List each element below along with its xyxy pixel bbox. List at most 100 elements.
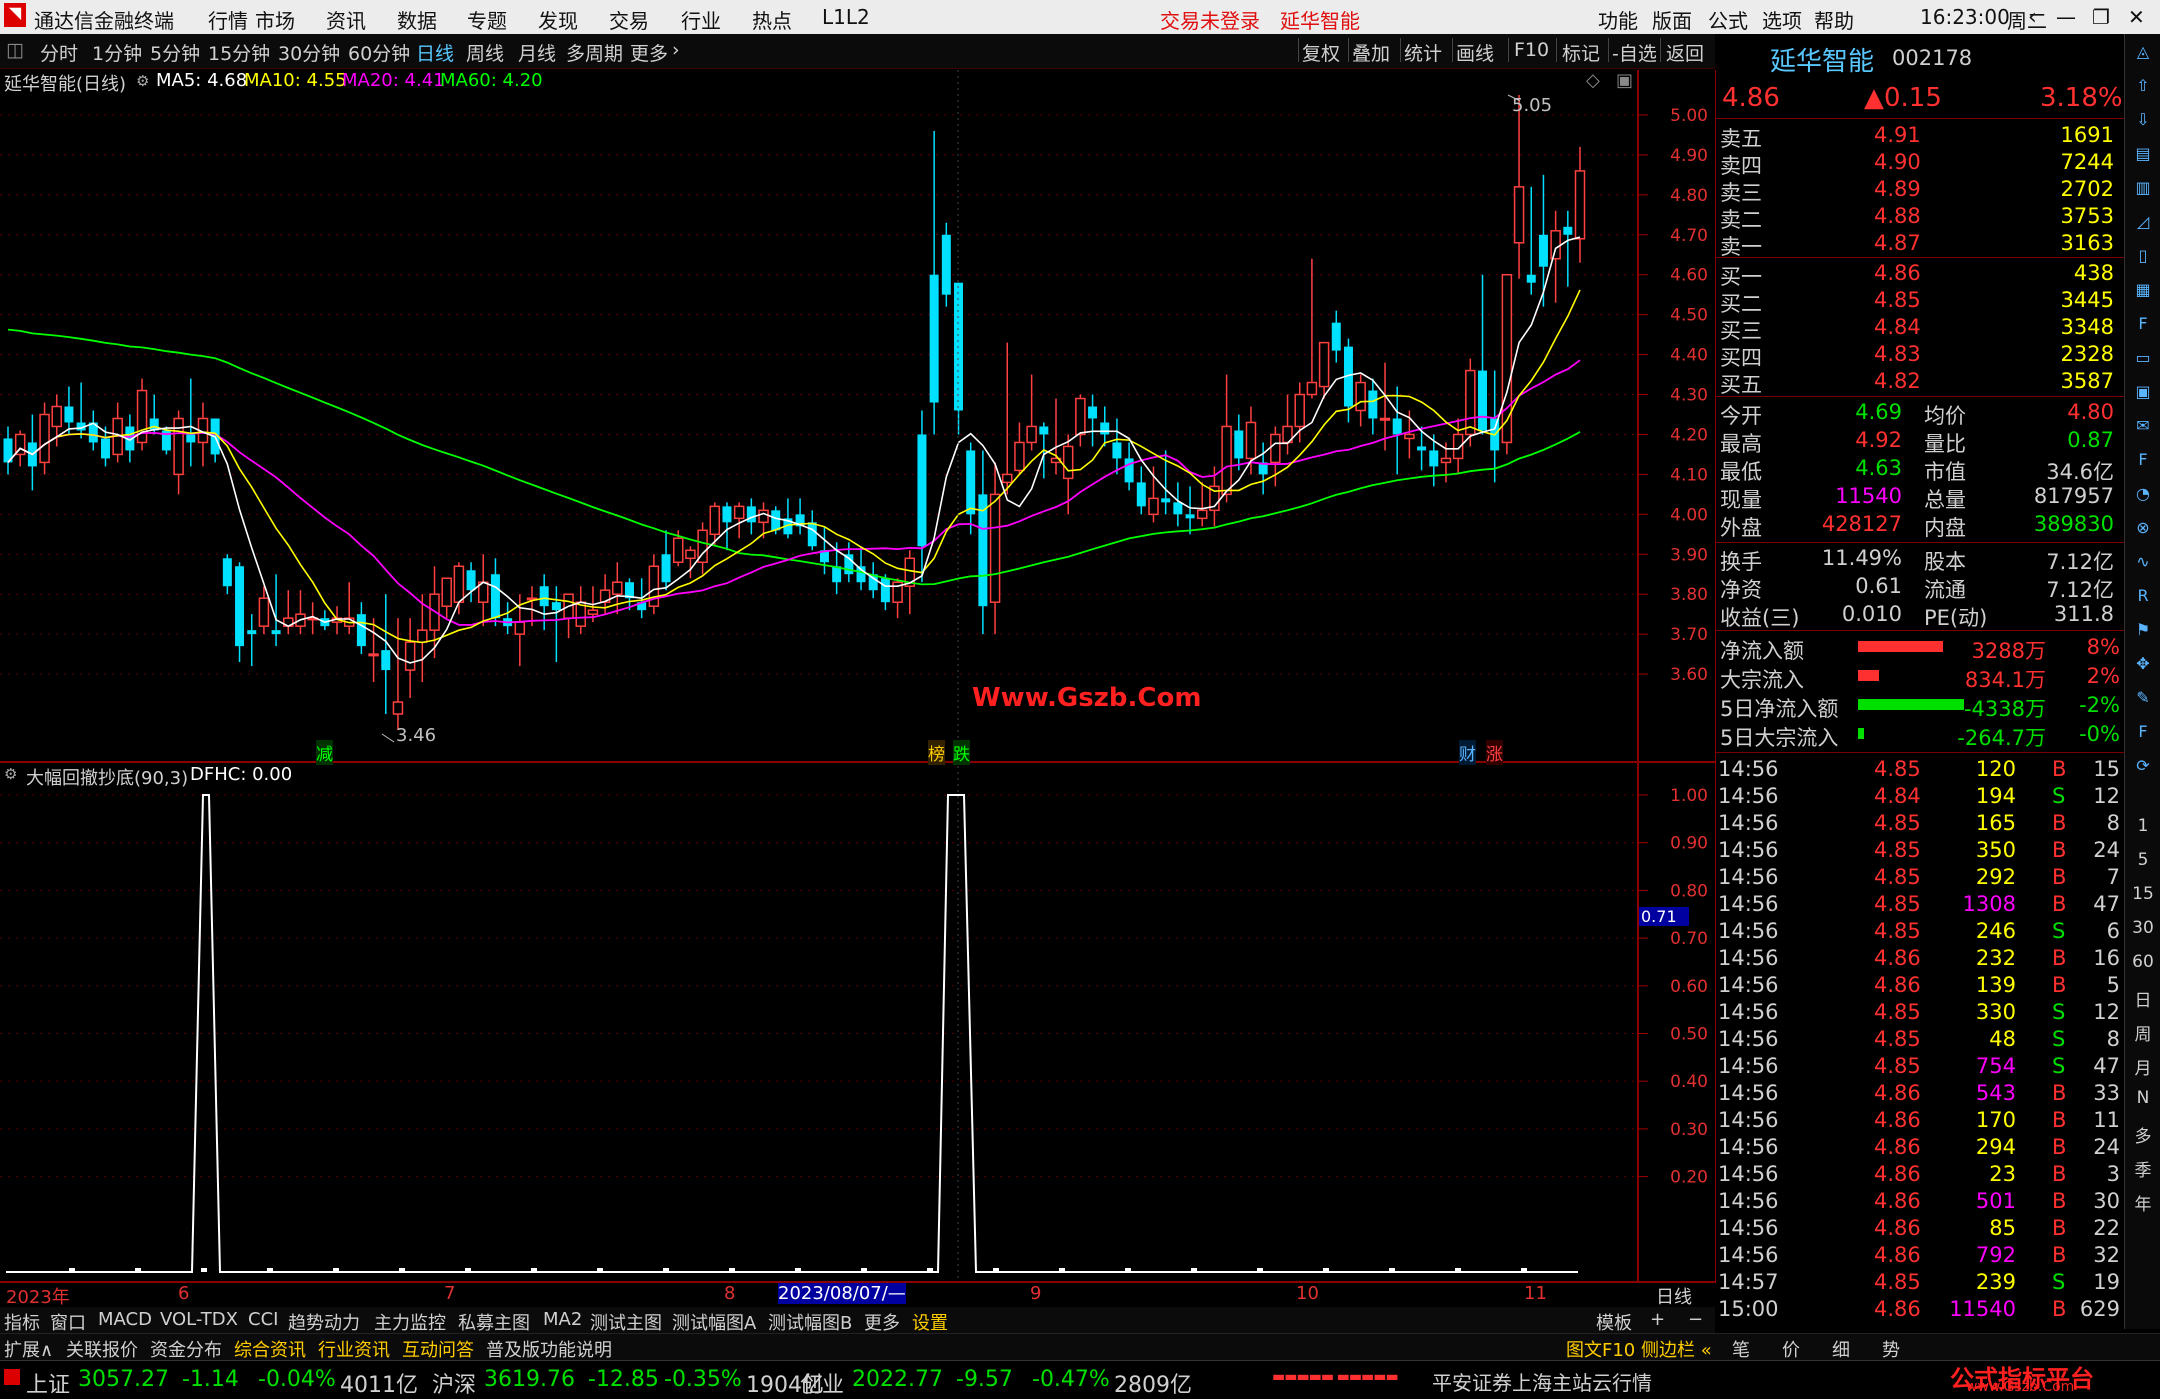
index-name-0[interactable]: 上证 bbox=[26, 1367, 70, 1399]
right-menu-1[interactable]: 版面 bbox=[1652, 5, 1692, 34]
period-9[interactable]: 多周期 bbox=[566, 39, 623, 66]
event-mark-rank[interactable]: 榜 bbox=[928, 740, 945, 765]
fs-icon[interactable]: F bbox=[2129, 722, 2157, 748]
chart-area[interactable]: 5.00 4.90 4.80 4.70 4.60 4.50 4.40 4.30 4.20 4.10… bbox=[0, 70, 1716, 1283]
wave-icon[interactable]: ∿ bbox=[2129, 552, 2157, 578]
report-icon[interactable]: ▤ bbox=[2129, 144, 2157, 170]
period-4[interactable]: 30分钟 bbox=[278, 39, 340, 66]
login-status[interactable]: 交易未登录 bbox=[1160, 5, 1260, 34]
tool-1[interactable]: 叠加 bbox=[1352, 39, 1390, 66]
period-0[interactable]: 分时 bbox=[40, 39, 78, 66]
window-icon[interactable]: ▣ bbox=[1616, 70, 1633, 91]
refresh-icon[interactable]: ⟳ bbox=[2129, 756, 2157, 782]
compass-icon[interactable]: ⊗ bbox=[2129, 518, 2157, 544]
diamond-icon[interactable]: ◇ bbox=[1586, 70, 1600, 91]
tool-3[interactable]: 画线 bbox=[1456, 39, 1494, 66]
indicator-tab-8[interactable]: MA2 bbox=[543, 1309, 582, 1330]
indicator-tab-7[interactable]: 私募主图 bbox=[458, 1309, 530, 1335]
fin-icon[interactable]: F bbox=[2129, 450, 2157, 476]
more-chevron-icon[interactable]: › bbox=[672, 39, 680, 61]
side-period-1[interactable]: 5 bbox=[2129, 850, 2157, 876]
info-item-3[interactable]: 综合资讯 bbox=[234, 1336, 306, 1362]
period-2[interactable]: 5分钟 bbox=[150, 39, 200, 66]
menu-8[interactable]: 热点 bbox=[752, 5, 792, 34]
menu-6[interactable]: 交易 bbox=[609, 5, 649, 34]
indicator-tab-5[interactable]: 趋势动力 bbox=[288, 1309, 360, 1335]
indicator-tab-0[interactable]: 指标 bbox=[4, 1309, 40, 1335]
index-name-2[interactable]: 创业 bbox=[800, 1367, 844, 1399]
side-period-2[interactable]: 15 bbox=[2129, 884, 2157, 910]
info-item-0[interactable]: 扩展∧ bbox=[4, 1336, 53, 1362]
tool-2[interactable]: 统计 bbox=[1404, 39, 1442, 66]
ask-row[interactable]: 卖二 4.88 3753 bbox=[1716, 203, 2124, 232]
flag-icon[interactable]: ⚑ bbox=[2129, 620, 2157, 646]
info-item-6[interactable]: 普及版功能说明 bbox=[486, 1336, 612, 1362]
right-menu-0[interactable]: 功能 bbox=[1598, 5, 1638, 34]
period-8[interactable]: 月线 bbox=[518, 39, 556, 66]
info-tab-2[interactable]: 细 bbox=[1832, 1336, 1850, 1362]
ask-row[interactable]: 卖四 4.90 7244 bbox=[1716, 149, 2124, 178]
side-period-3[interactable]: 30 bbox=[2129, 918, 2157, 944]
event-mark-finance[interactable]: 财 bbox=[1459, 740, 1476, 765]
menu-1[interactable]: 市场 bbox=[255, 5, 295, 34]
period-3[interactable]: 15分钟 bbox=[208, 39, 270, 66]
menu-7[interactable]: 行业 bbox=[681, 5, 721, 34]
event-mark-fall[interactable]: 跌 bbox=[953, 740, 970, 765]
indicator-tab-4[interactable]: CCI bbox=[248, 1309, 278, 1330]
info-tab-0[interactable]: 笔 bbox=[1732, 1336, 1750, 1362]
info-item-1[interactable]: 关联报价 bbox=[66, 1336, 138, 1362]
side-period-5[interactable]: 日 bbox=[2129, 986, 2157, 1012]
back-icon[interactable]: ‹ bbox=[2028, 5, 2037, 30]
move-icon[interactable]: ✥ bbox=[2129, 654, 2157, 680]
menu-0[interactable]: 行情 bbox=[208, 5, 248, 34]
clock-icon[interactable]: ◔ bbox=[2129, 484, 2157, 510]
period-1[interactable]: 1分钟 bbox=[92, 39, 142, 66]
ask-row[interactable]: 卖五 4.91 1691 bbox=[1716, 122, 2124, 151]
bid-row[interactable]: 买三 4.84 3348 bbox=[1716, 314, 2124, 343]
info-tab-1[interactable]: 价 bbox=[1782, 1336, 1800, 1362]
indicator-tab-13[interactable]: 设置 bbox=[912, 1309, 948, 1335]
indicator-tab-6[interactable]: 主力监控 bbox=[374, 1309, 446, 1335]
indicator-tab-12[interactable]: 更多 bbox=[864, 1309, 900, 1335]
event-mark-rise[interactable]: 涨 bbox=[1486, 740, 1503, 765]
up-arrow-icon[interactable]: ◬ bbox=[2129, 42, 2157, 68]
menu-4[interactable]: 专题 bbox=[467, 5, 507, 34]
template-button[interactable]: 模板 bbox=[1596, 1309, 1632, 1335]
indicator-tab-3[interactable]: VOL-TDX bbox=[160, 1309, 238, 1330]
index-name-1[interactable]: 沪深 bbox=[432, 1367, 476, 1399]
news-icon[interactable]: ✉ bbox=[2129, 416, 2157, 442]
menu-5[interactable]: 发现 bbox=[538, 5, 578, 34]
indicator-tab-11[interactable]: 测试幅图B bbox=[768, 1309, 852, 1335]
period-7[interactable]: 周线 bbox=[466, 39, 504, 66]
tool-0[interactable]: 复权 bbox=[1302, 39, 1340, 66]
side-period-8[interactable]: N bbox=[2129, 1088, 2157, 1114]
close-icon[interactable]: ✕ bbox=[2128, 5, 2145, 29]
rsi-icon[interactable]: R bbox=[2129, 586, 2157, 612]
bid-row[interactable]: 买四 4.83 2328 bbox=[1716, 341, 2124, 370]
pen-icon[interactable]: ✎ bbox=[2129, 688, 2157, 714]
period-10[interactable]: 更多 bbox=[630, 39, 668, 66]
bid-row[interactable]: 买五 4.82 3587 bbox=[1716, 368, 2124, 397]
panel-toggle-icon[interactable]: ◫ bbox=[6, 39, 24, 61]
bid-row[interactable]: 买二 4.85 3445 bbox=[1716, 287, 2124, 316]
period-6[interactable]: 日线 bbox=[416, 39, 454, 66]
list-icon[interactable]: ▦ bbox=[2129, 280, 2157, 306]
tool-7[interactable]: 返回 bbox=[1666, 39, 1704, 66]
menu-9[interactable]: L1L2 bbox=[822, 5, 870, 29]
indicator-tab-1[interactable]: 窗口 bbox=[50, 1309, 86, 1335]
table-icon[interactable]: ▥ bbox=[2129, 178, 2157, 204]
period-5[interactable]: 60分钟 bbox=[348, 39, 410, 66]
ask-row[interactable]: 卖三 4.89 2702 bbox=[1716, 176, 2124, 205]
indicator-tab-2[interactable]: MACD bbox=[98, 1309, 152, 1330]
info-item-5[interactable]: 互动问答 bbox=[402, 1336, 474, 1362]
side-period-0[interactable]: 1 bbox=[2129, 816, 2157, 842]
minimize-icon[interactable]: — bbox=[2056, 5, 2076, 29]
restore-icon[interactable]: ❐ bbox=[2092, 5, 2110, 29]
indicator-tab-9[interactable]: 测试主图 bbox=[590, 1309, 662, 1335]
menu-2[interactable]: 资讯 bbox=[326, 5, 366, 34]
menu-3[interactable]: 数据 bbox=[397, 5, 437, 34]
settings-icon[interactable]: ⚙ bbox=[136, 72, 149, 90]
f10-icon[interactable]: F bbox=[2129, 314, 2157, 340]
right-menu-4[interactable]: 帮助 bbox=[1814, 5, 1854, 34]
indicator-tab-10[interactable]: 测试幅图A bbox=[672, 1309, 756, 1335]
